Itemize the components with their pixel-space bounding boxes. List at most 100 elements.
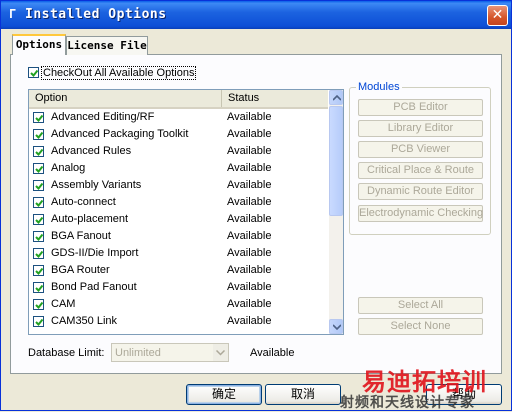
scroll-up-button[interactable] <box>329 90 343 105</box>
option-checkbox[interactable] <box>33 129 44 140</box>
option-checkbox[interactable] <box>33 248 44 259</box>
list-item[interactable]: Auto-connect Available <box>29 194 328 211</box>
checkmark-icon <box>35 233 44 241</box>
library-editor-button[interactable]: Library Editor <box>358 120 483 137</box>
checkmark-icon <box>35 318 44 326</box>
list-item[interactable]: GDS-II/Die Import Available <box>29 245 328 262</box>
option-status: Available <box>227 281 272 293</box>
electrodynamic-checking-button[interactable]: Electrodynamic Checking <box>358 205 483 222</box>
checkmark-icon <box>35 267 44 275</box>
option-name: Assembly Variants <box>51 179 142 191</box>
dropdown-button[interactable] <box>213 344 228 361</box>
option-status: Available <box>227 264 272 276</box>
option-name: CAM <box>51 298 76 310</box>
checkmark-icon <box>35 182 44 190</box>
option-status: Available <box>227 111 272 123</box>
checkmark-icon <box>35 216 44 224</box>
cancel-button[interactable]: 取消 <box>265 384 341 405</box>
list-item[interactable]: BGA Fanout Available <box>29 228 328 245</box>
select-all-button[interactable]: Select All <box>358 297 483 314</box>
option-status: Available <box>227 128 272 140</box>
select-none-button[interactable]: Select None <box>358 318 483 335</box>
checkmark-icon <box>30 69 39 77</box>
column-header-option[interactable]: Option <box>29 90 222 107</box>
title-bar[interactable]: Γ Installed Options ✕ <box>1 1 511 29</box>
option-name: BGA Fanout <box>51 230 111 242</box>
option-name: Advanced Rules <box>51 145 132 157</box>
option-checkbox[interactable] <box>33 112 44 123</box>
checkmark-icon <box>35 250 44 258</box>
modules-title: Modules <box>356 81 402 93</box>
app-icon: Γ <box>9 7 17 21</box>
option-status: Available <box>227 213 272 225</box>
option-checkbox[interactable] <box>33 214 44 225</box>
database-limit-value: Unlimited <box>115 347 161 359</box>
option-checkbox[interactable] <box>33 265 44 276</box>
option-status: Available <box>227 162 272 174</box>
tab-options[interactable]: Options <box>12 34 66 55</box>
option-status: Available <box>227 247 272 259</box>
option-checkbox[interactable] <box>33 282 44 293</box>
pcb-editor-button[interactable]: PCB Editor <box>358 99 483 116</box>
option-name: Auto-connect <box>51 196 116 208</box>
option-name: Analog <box>51 162 86 174</box>
checkbox[interactable] <box>28 67 39 78</box>
option-checkbox[interactable] <box>33 231 44 242</box>
option-name: Auto-placement <box>51 213 129 225</box>
option-status: Available <box>227 196 272 208</box>
checkmark-icon <box>35 131 44 139</box>
list-item[interactable]: CAM Available <box>29 296 328 313</box>
checkmark-icon <box>35 284 44 292</box>
checkmark-icon <box>35 148 44 156</box>
list-item[interactable]: CAM350 Link Available <box>29 313 328 330</box>
option-status: Available <box>227 315 272 327</box>
vertical-scrollbar[interactable] <box>329 90 343 334</box>
option-status: Available <box>227 298 272 310</box>
list-item[interactable]: Advanced Editing/RF Available <box>29 109 328 126</box>
pcb-viewer-button[interactable]: PCB Viewer <box>358 141 483 158</box>
window-title: Installed Options <box>25 7 167 22</box>
checkout-all-label: CheckOut All Available Options <box>41 66 197 80</box>
dynamic-route-editor-button[interactable]: Dynamic Route Editor <box>358 183 483 200</box>
list-item[interactable]: BGA Router Available <box>29 262 328 279</box>
arrow-up-icon <box>333 95 341 101</box>
scroll-thumb[interactable] <box>329 106 343 216</box>
option-name: Advanced Editing/RF <box>51 111 155 123</box>
checkmark-icon <box>35 165 44 173</box>
option-checkbox[interactable] <box>33 163 44 174</box>
option-name: BGA Router <box>51 264 110 276</box>
column-header-status[interactable]: Status <box>222 90 328 107</box>
watermark-line-2: 射频和天线设计专家 <box>340 395 475 411</box>
list-item[interactable]: Advanced Packaging Toolkit Available <box>29 126 328 143</box>
list-header: Option Status <box>29 90 328 109</box>
close-button[interactable]: ✕ <box>487 5 508 26</box>
chevron-down-icon <box>216 350 225 356</box>
option-name: GDS-II/Die Import <box>51 247 139 259</box>
option-checkbox[interactable] <box>33 197 44 208</box>
option-checkbox[interactable] <box>33 146 44 157</box>
list-item[interactable]: Auto-placement Available <box>29 211 328 228</box>
critical-place-route-button[interactable]: Critical Place & Route <box>358 162 483 179</box>
database-limit-select[interactable]: Unlimited <box>111 343 229 362</box>
checkmark-icon <box>35 301 44 309</box>
checkmark-icon <box>35 114 44 122</box>
list-item[interactable]: Analog Available <box>29 160 328 177</box>
option-name: Bond Pad Fanout <box>51 281 137 293</box>
option-checkbox[interactable] <box>33 299 44 310</box>
option-status: Available <box>227 179 272 191</box>
options-list: Option Status Advanced Editing/RF Availab… <box>28 89 344 335</box>
option-status: Available <box>227 230 272 242</box>
list-item[interactable]: Bond Pad Fanout Available <box>29 279 328 296</box>
tab-license-file[interactable]: License File <box>66 36 148 55</box>
option-checkbox[interactable] <box>33 180 44 191</box>
list-item[interactable]: Advanced Rules Available <box>29 143 328 160</box>
ok-button[interactable]: 确定 <box>186 384 262 405</box>
option-name: Advanced Packaging Toolkit <box>51 128 189 140</box>
scroll-down-button[interactable] <box>329 319 343 334</box>
watermark: 易迪拓培训 射频和天线设计专家 <box>340 362 510 411</box>
list-item[interactable]: Assembly Variants Available <box>29 177 328 194</box>
checkmark-icon <box>35 199 44 207</box>
option-name: CAM350 Link <box>51 315 118 327</box>
option-status: Available <box>227 145 272 157</box>
option-checkbox[interactable] <box>33 316 44 327</box>
